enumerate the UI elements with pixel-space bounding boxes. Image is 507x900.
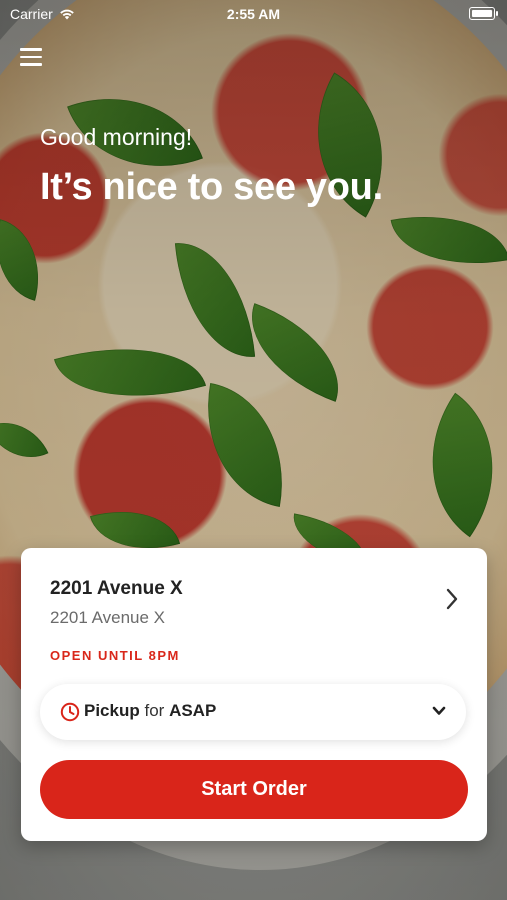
order-mode-connector: for (144, 701, 165, 720)
hours-status: OPEN UNTIL 8PM (50, 648, 180, 663)
hamburger-menu-icon[interactable] (20, 48, 42, 66)
order-mode-selector[interactable]: Pickup for ASAP (40, 684, 466, 740)
start-order-button[interactable]: Start Order (40, 760, 468, 819)
status-time: 2:55 AM (226, 6, 281, 22)
chevron-down-icon (432, 706, 446, 715)
location-address: 2201 Avenue X (50, 608, 166, 627)
battery-icon (469, 7, 498, 20)
order-mode-label: Pickup for ASAP (84, 701, 216, 721)
location-selector[interactable]: 2201 Avenue X 2201 Avenue X (21, 548, 487, 638)
clock-icon (60, 702, 80, 722)
location-name: 2201 Avenue X (50, 578, 183, 599)
headline-text: It’s nice to see you. (40, 166, 383, 208)
chevron-right-icon (446, 588, 458, 610)
order-mode-type: Pickup (84, 701, 140, 720)
status-bar: Carrier 2:55 AM (0, 0, 507, 28)
order-card: 2201 Avenue X 2201 Avenue X OPEN UNTIL 8… (21, 548, 487, 841)
greeting-text: Good morning! (40, 124, 193, 150)
order-mode-time: ASAP (169, 701, 217, 720)
